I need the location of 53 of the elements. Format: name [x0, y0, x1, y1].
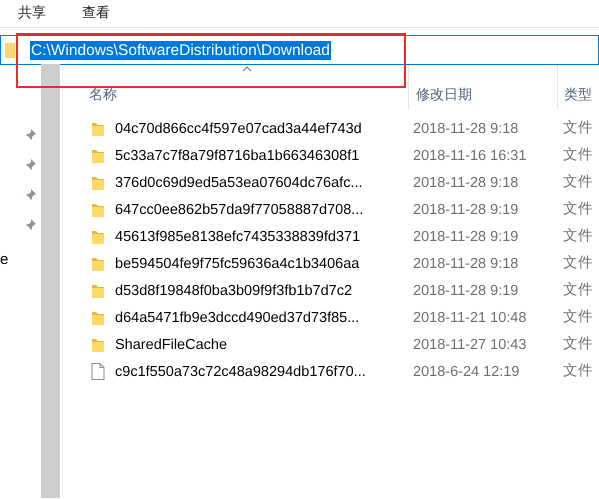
modified-date: 2018-6-24 12:19: [413, 364, 520, 380]
file-name[interactable]: d53d8f19848f0ba3b09f9f3fb1b7d7c2: [115, 282, 352, 298]
address-path[interactable]: C:\Windows\SoftwareDistribution\Download: [30, 40, 331, 60]
scrollbar[interactable]: [41, 64, 60, 498]
file-type: 文件: [563, 172, 593, 192]
file-name[interactable]: d64a5471fb9e3dccd490ed37d73f85...: [115, 310, 360, 326]
file-type: 文件: [563, 254, 593, 273]
file-name[interactable]: 5c33a7c7f8a79f8716ba1b66346308f1: [115, 148, 360, 164]
file-icon: [91, 363, 105, 380]
folder-icon: [91, 120, 105, 137]
modified-date: 2018-11-28 9:19: [413, 282, 518, 298]
modified-date: 2018-11-28 9:18: [413, 174, 518, 190]
column-header[interactable]: 修改日期: [408, 65, 557, 110]
folder-icon: [91, 174, 105, 191]
modified-date: 2018-11-28 9:19: [413, 228, 518, 244]
folder-icon: [91, 309, 105, 326]
folder-icon: [91, 228, 105, 245]
pin-icon[interactable]: [24, 219, 36, 231]
ribbon-tab[interactable]: 共享: [18, 2, 46, 23]
folder-icon: [5, 42, 15, 58]
file-type: 文件: [563, 226, 593, 246]
file-type: 文件: [563, 308, 593, 327]
pin-icon[interactable]: [24, 159, 36, 171]
nav-item-text[interactable]: e: [0, 251, 8, 269]
column-header[interactable]: 名称: [63, 65, 408, 110]
file-name[interactable]: 45613f985e8138efc7435338839fd371: [115, 228, 360, 244]
folder-icon: [91, 147, 105, 164]
modified-date: 2018-11-28 9:18: [413, 256, 518, 272]
file-type: 文件: [563, 362, 593, 381]
folder-icon: [91, 336, 105, 353]
modified-date: 2018-11-28 9:18: [413, 120, 518, 136]
modified-date: 2018-11-27 10:43: [413, 336, 526, 352]
file-name[interactable]: 04c70d866cc4f597e07cad3a44ef743d: [115, 120, 362, 136]
file-type: 文件: [563, 280, 593, 300]
file-type: 文件: [563, 200, 593, 219]
folder-icon: [91, 282, 105, 299]
file-type: 文件: [563, 334, 593, 354]
modified-date: 2018-11-16 16:31: [413, 148, 526, 164]
file-type: 文件: [563, 118, 593, 138]
file-name[interactable]: c9c1f550a73c72c48a98294db176f70...: [115, 364, 366, 380]
ribbon-tab[interactable]: 查看: [82, 2, 110, 23]
file-name[interactable]: SharedFileCache: [115, 336, 228, 352]
pin-icon[interactable]: [24, 189, 36, 201]
file-name[interactable]: be594504fe9f75fc59636a4c1b3406aa: [115, 256, 360, 272]
file-name[interactable]: 376d0c69d9ed5a53ea07604dc76afc...: [115, 174, 363, 190]
folder-icon: [91, 255, 105, 272]
pin-icon[interactable]: [24, 129, 36, 141]
folder-icon: [91, 201, 105, 218]
modified-date: 2018-11-28 9:19: [413, 202, 518, 218]
file-type: 文件: [563, 146, 593, 165]
modified-date: 2018-11-21 10:48: [413, 310, 526, 326]
column-header[interactable]: 类型: [557, 65, 599, 110]
file-name[interactable]: 647cc0ee862b57da9f77058887d708...: [115, 202, 364, 218]
